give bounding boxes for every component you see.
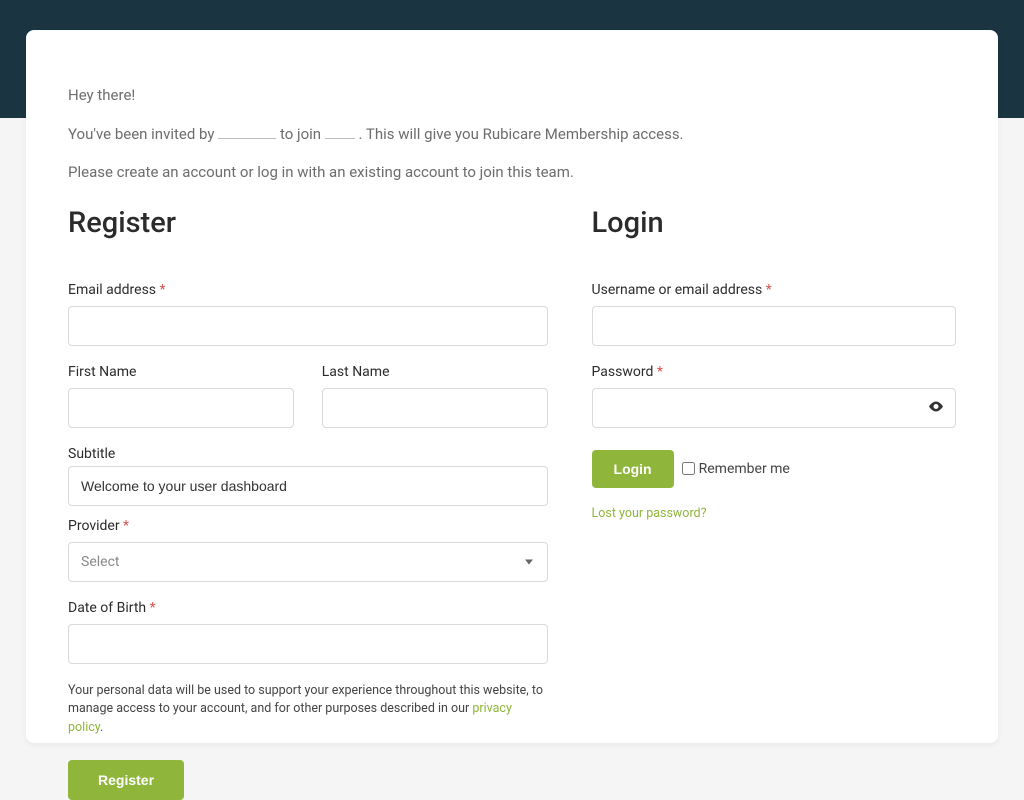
dob-field-wrap: Date of Birth *: [68, 600, 548, 664]
blank-inviter: [218, 138, 276, 139]
privacy-text-post: .: [100, 720, 103, 735]
name-row: First Name Last Name: [68, 364, 548, 446]
invited-pre: You've been invited by: [68, 125, 218, 143]
password-label-text: Password: [592, 364, 657, 380]
eye-icon[interactable]: [928, 400, 944, 415]
username-label-text: Username or email address: [592, 282, 766, 298]
email-field-wrap: Email address *: [68, 282, 548, 346]
username-field-wrap: Username or email address *: [592, 282, 956, 346]
password-input[interactable]: [592, 388, 956, 428]
register-column: Register Email address * First Name Last…: [68, 206, 548, 800]
password-label: Password *: [592, 364, 956, 380]
invited-mid: to join: [276, 125, 325, 143]
required-marker: *: [160, 282, 166, 298]
first-name-field-wrap: First Name: [68, 364, 294, 428]
login-action-row: Login Remember me: [592, 450, 956, 488]
email-input[interactable]: [68, 306, 548, 346]
email-label-text: Email address: [68, 282, 160, 298]
auth-card: Hey there! You've been invited by to joi…: [26, 30, 998, 743]
provider-label: Provider *: [68, 518, 548, 534]
register-heading: Register: [68, 206, 548, 240]
greeting-text: Hey there!: [68, 84, 956, 107]
last-name-label: Last Name: [322, 364, 548, 380]
required-marker: *: [123, 518, 129, 534]
dob-label: Date of Birth *: [68, 600, 548, 616]
eye-svg: [928, 401, 944, 411]
login-button[interactable]: Login: [592, 450, 674, 488]
privacy-text: Your personal data will be used to suppo…: [68, 682, 548, 738]
chevron-down-icon: [525, 559, 533, 564]
required-marker: *: [657, 364, 663, 380]
subtitle-input[interactable]: [68, 466, 548, 506]
email-label: Email address *: [68, 282, 548, 298]
invited-post: . This will give you Rubicare Membership…: [355, 125, 684, 143]
intro-block: Hey there! You've been invited by to joi…: [68, 84, 956, 184]
login-heading: Login: [592, 206, 956, 240]
remember-me-wrap[interactable]: Remember me: [682, 461, 790, 477]
remember-me-checkbox[interactable]: [682, 462, 695, 475]
last-name-input[interactable]: [322, 388, 548, 428]
subtitle-field-wrap: Subtitle: [68, 446, 548, 506]
password-input-wrap: [592, 388, 956, 428]
required-marker: *: [766, 282, 772, 298]
dob-input[interactable]: [68, 624, 548, 664]
subtitle-label: Subtitle: [68, 446, 548, 462]
lost-password-link[interactable]: Lost your password?: [592, 506, 707, 521]
required-marker: *: [150, 600, 156, 616]
password-field-wrap: Password *: [592, 364, 956, 428]
first-name-input[interactable]: [68, 388, 294, 428]
username-label: Username or email address *: [592, 282, 956, 298]
last-name-field-wrap: Last Name: [322, 364, 548, 428]
register-button[interactable]: Register: [68, 760, 184, 800]
username-input[interactable]: [592, 306, 956, 346]
instruction-text: Please create an account or log in with …: [68, 161, 956, 184]
blank-team: [325, 138, 355, 139]
login-column: Login Username or email address * Passwo…: [592, 206, 956, 800]
first-name-label: First Name: [68, 364, 294, 380]
invited-text: You've been invited by to join . This wi…: [68, 123, 956, 146]
remember-me-label: Remember me: [699, 461, 790, 477]
provider-field-wrap: Provider * Select: [68, 518, 548, 582]
provider-select[interactable]: Select: [68, 542, 548, 582]
provider-placeholder: Select: [81, 554, 119, 570]
dob-label-text: Date of Birth: [68, 600, 150, 616]
columns: Register Email address * First Name Last…: [68, 206, 956, 800]
provider-label-text: Provider: [68, 518, 123, 534]
